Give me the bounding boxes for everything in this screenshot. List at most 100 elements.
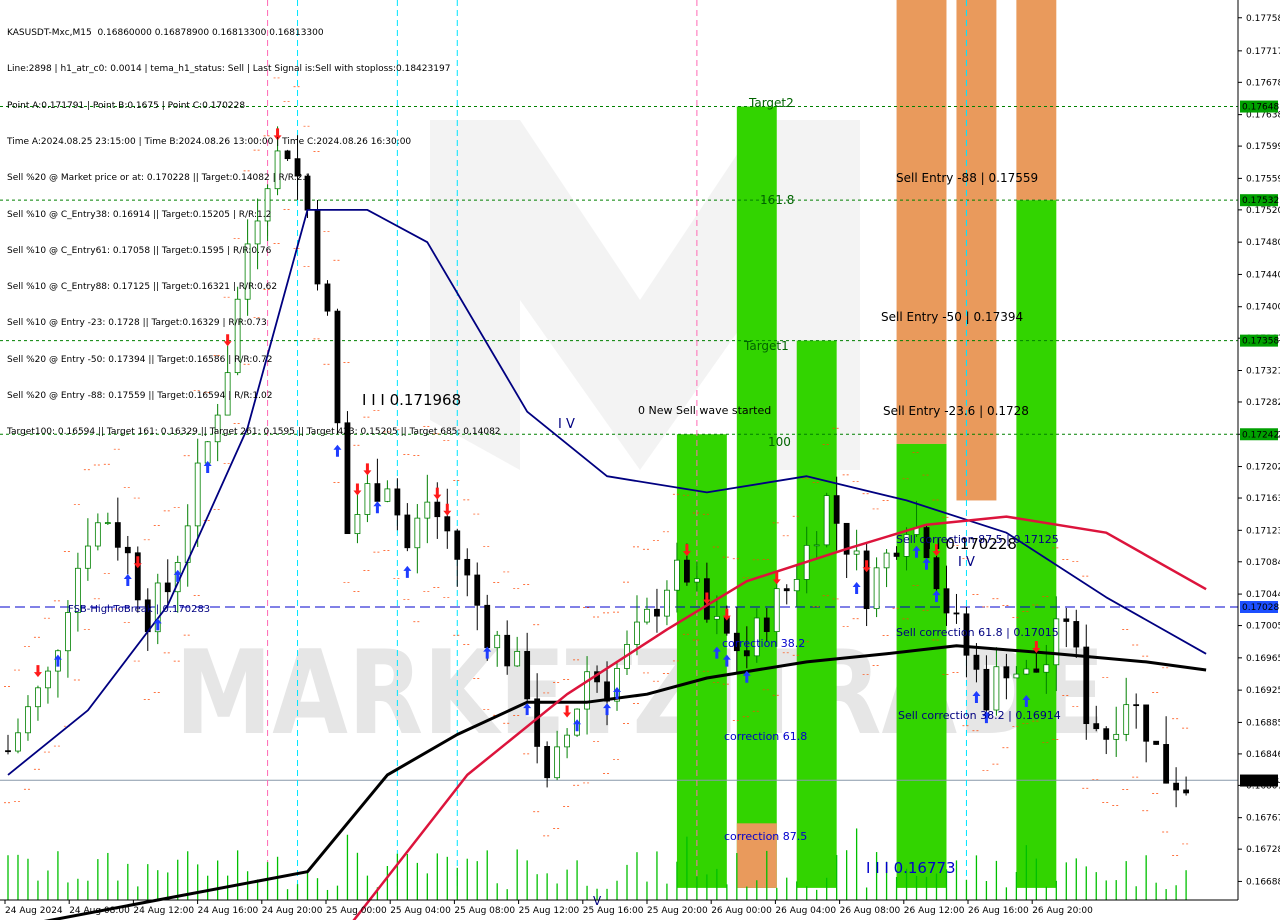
time-tick-label: 24 Aug 08:00 <box>69 906 130 916</box>
price-tick-label: 0.17202 <box>1246 463 1280 473</box>
sell-arrow-icon <box>33 665 42 678</box>
time-tick-label: 26 Aug 12:00 <box>904 906 965 916</box>
candle-bull <box>674 559 680 591</box>
candle-bull <box>693 578 700 583</box>
candle-bull <box>873 567 880 610</box>
candle-bear <box>863 550 870 610</box>
info-line: Sell %10 @ C_Entry88: 0.17125 || Target:… <box>7 282 278 293</box>
candle-bull <box>414 517 421 549</box>
candle-bull <box>793 579 800 592</box>
candle-bear <box>1173 782 1180 791</box>
annotation-corr-875: correction 87.5 <box>724 830 807 843</box>
candle-bull <box>494 634 501 649</box>
candle-bull <box>664 589 670 617</box>
candle-bear <box>943 588 950 614</box>
candle-bull <box>634 621 640 645</box>
candle-bear <box>684 559 690 583</box>
info-line: Sell %10 @ Entry -23: 0.1728 || Target:0… <box>7 318 267 329</box>
candle-bear <box>434 501 441 518</box>
candle-bull <box>15 732 21 752</box>
info-line: Point A:0.171791 | Point B:0.1675 | Poin… <box>7 100 246 111</box>
annotation-fsb: FSB-HighToBreak | 0.170283 <box>68 604 210 615</box>
info-line: Sell %20 @ Entry -50: 0.17394 || Target:… <box>7 354 273 365</box>
info-line: Sell %10 @ C_Entry38: 0.16914 || Target:… <box>7 209 272 220</box>
candle-bull <box>1043 664 1050 673</box>
time-tick-label: 26 Aug 00:00 <box>711 906 772 916</box>
sell-arrow-icon <box>443 503 452 516</box>
price-label-badge-text: 0.17648 <box>1242 103 1279 113</box>
candle-bear <box>454 530 461 560</box>
time-tick-label: 26 Aug 16:00 <box>968 906 1029 916</box>
price-tick-label: 0.16688 <box>1246 877 1280 887</box>
candle-bear <box>164 582 171 593</box>
candle-bull <box>993 666 1000 711</box>
annotation-target2: Target2 <box>748 96 794 110</box>
annotation-corr-382: correction 38.2 <box>722 637 805 650</box>
price-tick-label: 0.17044 <box>1246 590 1280 600</box>
candle-bull <box>1113 733 1120 740</box>
price-tick-label: 0.17321 <box>1246 366 1280 376</box>
candle-bear <box>763 617 770 632</box>
price-label-badge-text: 0.17028 <box>1242 603 1279 613</box>
candle-bear <box>1183 789 1189 794</box>
price-tick-label: 0.17480 <box>1246 238 1280 248</box>
candle-bear <box>1093 723 1100 730</box>
green-zone-2 <box>736 106 777 888</box>
price-tick-label: 0.17400 <box>1246 303 1280 313</box>
candle-bull <box>84 545 91 569</box>
price-tick-label: 0.16965 <box>1246 654 1280 664</box>
candle-bear <box>124 546 131 554</box>
orange-zone-5 <box>956 0 997 501</box>
candle-bear <box>1103 728 1110 740</box>
time-tick-label: 25 Aug 20:00 <box>647 906 708 916</box>
candle-bear <box>1133 704 1140 707</box>
candle-bear <box>1083 646 1090 725</box>
orange-zone-4 <box>896 0 947 444</box>
annotation-sell-entry-50: Sell Entry -50 | 0.17394 <box>881 310 1023 324</box>
candle-bull <box>644 608 650 623</box>
annotation-wave-iv-right: I V <box>958 555 975 570</box>
annotation-sell-entry-88: Sell Entry -88 | 0.17559 <box>896 171 1038 185</box>
annotation-target1: Target1 <box>743 339 789 353</box>
candle-bear <box>833 495 840 524</box>
info-panel: KASUSDT-Mxc,M15 0.16860000 0.16878900 0.… <box>7 3 501 487</box>
annotation-sell-corr-382: Sell correction 38.2 | 0.16914 <box>898 709 1061 722</box>
candle-bull <box>354 514 361 535</box>
info-line: Sell %10 @ C_Entry61: 0.17058 || Target:… <box>7 245 272 256</box>
buy-arrow-icon <box>123 573 132 586</box>
info-line: Time A:2024.08.25 23:15:00 | Time B:2024… <box>7 137 412 148</box>
price-tick-label: 0.16767 <box>1246 814 1280 824</box>
time-tick-label: 24 Aug 2024 <box>5 906 63 916</box>
price-label-badge-text: 0.17532 <box>1242 196 1279 206</box>
price-tick-label: 0.16925 <box>1246 686 1280 696</box>
candle-bear <box>534 698 541 747</box>
candle-bull <box>823 495 830 546</box>
annotation-fib-1618: 161.8 <box>760 193 794 207</box>
candle-bull <box>1123 704 1130 735</box>
green-zone-3 <box>796 340 837 888</box>
annotation-sell-corr-618: Sell correction 61.8 | 0.17015 <box>896 626 1059 639</box>
candle-bull <box>853 550 860 555</box>
candle-bear <box>1073 621 1080 648</box>
candle-bear <box>1143 704 1150 742</box>
candle-bear <box>464 558 471 576</box>
candle-bear <box>654 608 660 617</box>
chart-window: MARKETZITRADE Target2 161.8 Target1 100 0 Ne… <box>0 0 1280 920</box>
candle-bear <box>983 668 990 711</box>
annotation-sell-entry-23: Sell Entry -23.6 | 0.1728 <box>883 404 1029 418</box>
time-tick-label: 25 Aug 12:00 <box>519 906 580 916</box>
candle-bull <box>514 651 521 667</box>
price-tick-label: 0.16728 <box>1246 845 1280 855</box>
time-tick-label: 25 Aug 16:00 <box>583 906 644 916</box>
time-tick-label: 24 Aug 20:00 <box>262 906 323 916</box>
candle-bull <box>554 746 561 779</box>
price-tick-label: 0.17163 <box>1246 494 1280 504</box>
candle-bear <box>1003 666 1010 679</box>
annotation-wave-iv-left: I V <box>558 417 575 432</box>
candle-bear <box>544 746 551 779</box>
candle-bear <box>743 650 750 657</box>
candle-bear <box>114 522 121 548</box>
time-tick-label: 25 Aug 04:00 <box>390 906 451 916</box>
candle-bear <box>1033 668 1040 673</box>
candle-bull <box>564 734 570 748</box>
